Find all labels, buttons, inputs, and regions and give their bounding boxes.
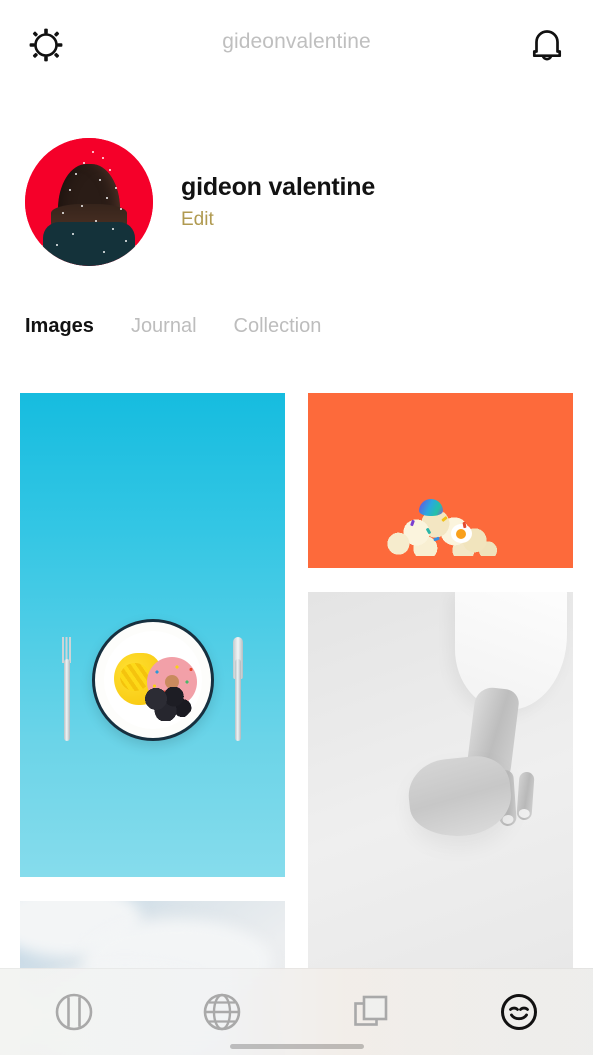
blackberries xyxy=(144,687,192,721)
nav-item-profile[interactable] xyxy=(445,969,593,1055)
tab-images[interactable]: Images xyxy=(25,315,94,338)
confetti-bits xyxy=(385,500,497,556)
grid-column-right xyxy=(308,393,573,996)
grid-item-hand[interactable] xyxy=(308,592,573,972)
notifications-button[interactable] xyxy=(523,21,571,69)
fork-icon xyxy=(62,637,72,741)
bell-icon xyxy=(530,26,564,64)
plate xyxy=(92,619,214,741)
tab-journal[interactable]: Journal xyxy=(131,315,197,338)
nav-item-explore[interactable] xyxy=(148,969,296,1055)
circle-columns-icon xyxy=(53,991,95,1033)
avatar-sparkles xyxy=(25,138,153,266)
settings-button[interactable] xyxy=(22,21,70,69)
profile-meta: gideon valentine Edit xyxy=(181,173,375,231)
popcorn-pile xyxy=(385,500,497,556)
grid-item-popcorn[interactable] xyxy=(308,393,573,568)
image-grid xyxy=(0,393,593,993)
knife-icon xyxy=(233,637,243,741)
profile-section: gideon valentine Edit xyxy=(25,138,375,266)
app-screen: gideonvalentine gideon xyxy=(0,0,593,1055)
gear-icon xyxy=(27,26,65,64)
home-indicator xyxy=(230,1044,364,1049)
avatar[interactable] xyxy=(25,138,153,266)
smiley-face-icon xyxy=(498,991,540,1033)
plate-scene xyxy=(20,619,285,819)
tab-bar: Images Journal Collection xyxy=(25,315,321,338)
stacked-squares-icon xyxy=(350,991,392,1033)
palm xyxy=(405,753,515,841)
grid-item-breakfast-plate[interactable] xyxy=(20,393,285,877)
nav-item-feed[interactable] xyxy=(0,969,148,1055)
edit-profile-link[interactable]: Edit xyxy=(181,209,375,231)
profile-name: gideon valentine xyxy=(181,173,375,202)
tab-collection[interactable]: Collection xyxy=(234,315,322,338)
globe-icon xyxy=(201,991,243,1033)
grid-column-left xyxy=(20,393,285,1055)
nav-item-library[interactable] xyxy=(297,969,445,1055)
top-header: gideonvalentine xyxy=(0,0,593,90)
page-title: gideonvalentine xyxy=(0,30,593,54)
finger xyxy=(516,772,534,821)
bottom-navigation xyxy=(0,968,593,1055)
